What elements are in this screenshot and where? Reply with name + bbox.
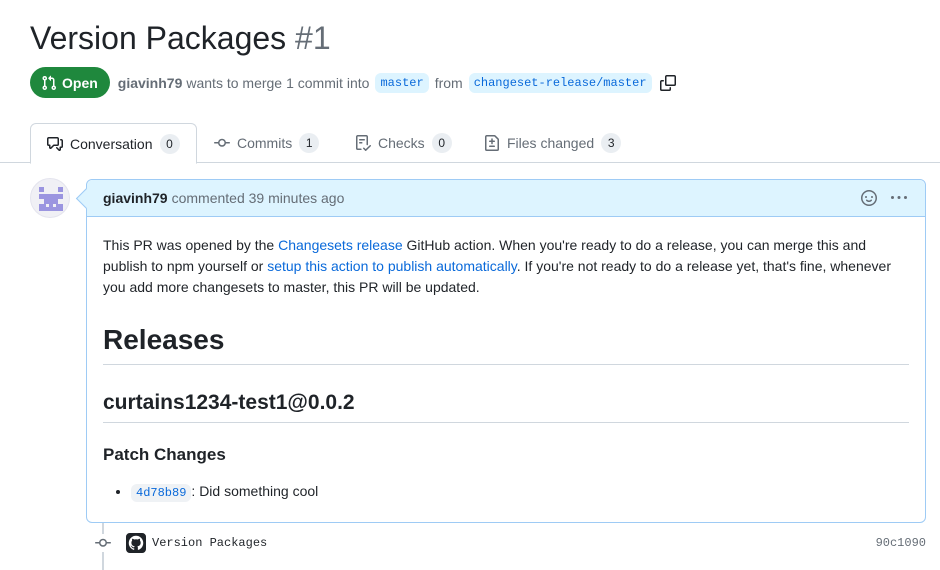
git-pull-request-icon (42, 75, 57, 90)
file-diff-icon (485, 135, 499, 151)
git-commit-icon (95, 538, 111, 547)
setup-action-link[interactable]: setup this action to publish automatical… (267, 258, 517, 274)
comment-discussion-icon (47, 136, 63, 151)
checklist-icon (356, 135, 371, 151)
comment-box: giavinh79 commented 39 minutes ago This … (86, 179, 926, 523)
tab-checks[interactable]: Checks 0 (339, 123, 468, 163)
change-description: : Did something cool (191, 483, 319, 499)
comment-action: commented (171, 190, 245, 206)
tab-commits[interactable]: Commits 1 (198, 123, 335, 163)
tab-conversation-count: 0 (159, 133, 180, 154)
pr-author-link[interactable]: giavinh79 (118, 75, 183, 91)
commit-count: 1 commit (286, 74, 343, 91)
tab-files-changed-label: Files changed (507, 135, 595, 151)
releases-heading: Releases (103, 324, 909, 365)
comment-actions (861, 190, 907, 206)
changes-list: 4d78b89: Did something cool (103, 481, 909, 503)
state-badge: Open (30, 67, 110, 98)
comment-text-1: This PR was opened by the (103, 237, 279, 253)
pr-meta: Open giavinh79 wants to merge 1 commit i… (30, 67, 676, 98)
tab-commits-label: Commits (237, 135, 293, 151)
patch-changes-heading: Patch Changes (103, 445, 226, 464)
commit-sha-link[interactable]: 4d78b89 (131, 484, 192, 502)
kebab-horizontal-icon[interactable] (891, 190, 907, 206)
comment-author-link[interactable]: giavinh79 (103, 190, 168, 206)
tab-conversation-label: Conversation (70, 135, 153, 152)
comment-header: giavinh79 commented 39 minutes ago (87, 180, 925, 217)
commit-node (94, 534, 112, 552)
commit-row: Version Packages 90c1090 (94, 532, 926, 554)
pr-tabs: Conversation 0 Commits 1 Checks 0 Files … (0, 123, 940, 164)
commit-message-link[interactable]: Version Packages (152, 536, 267, 550)
smiley-icon[interactable] (861, 190, 877, 206)
changesets-release-link[interactable]: Changesets release (278, 237, 403, 253)
tab-commits-count: 1 (299, 133, 320, 153)
identicon-avatar (39, 187, 63, 211)
tab-conversation[interactable]: Conversation 0 (30, 123, 197, 164)
comment-time[interactable]: 39 minutes ago (249, 190, 345, 206)
pr-number: #1 (295, 20, 331, 56)
state-label: Open (62, 74, 98, 91)
base-branch[interactable]: master (375, 72, 429, 93)
tab-files-changed-count: 3 (601, 133, 622, 153)
tab-files-changed[interactable]: Files changed 3 (468, 123, 637, 163)
list-item: 4d78b89: Did something cool (131, 481, 909, 503)
tab-checks-label: Checks (378, 135, 425, 151)
package-version-heading: curtains1234-test1@0.0.2 (103, 391, 909, 423)
into-text: into (346, 74, 370, 91)
git-commit-icon (214, 138, 230, 147)
head-branch[interactable]: changeset-release/master (468, 72, 652, 93)
tab-checks-count: 0 (431, 133, 452, 153)
pr-title: Version Packages #1 (30, 20, 331, 57)
pr-title-text: Version Packages (30, 20, 287, 56)
merge-text: wants to merge (186, 74, 283, 91)
comment-body: This PR was opened by the Changesets rel… (87, 217, 925, 503)
github-actions-avatar-icon[interactable] (126, 533, 146, 553)
copy-icon[interactable] (659, 74, 676, 91)
from-text: from (434, 74, 463, 91)
commit-sha-link[interactable]: 90c1090 (876, 536, 926, 550)
comment-paragraph: This PR was opened by the Changesets rel… (103, 235, 909, 298)
avatar[interactable] (30, 178, 70, 218)
